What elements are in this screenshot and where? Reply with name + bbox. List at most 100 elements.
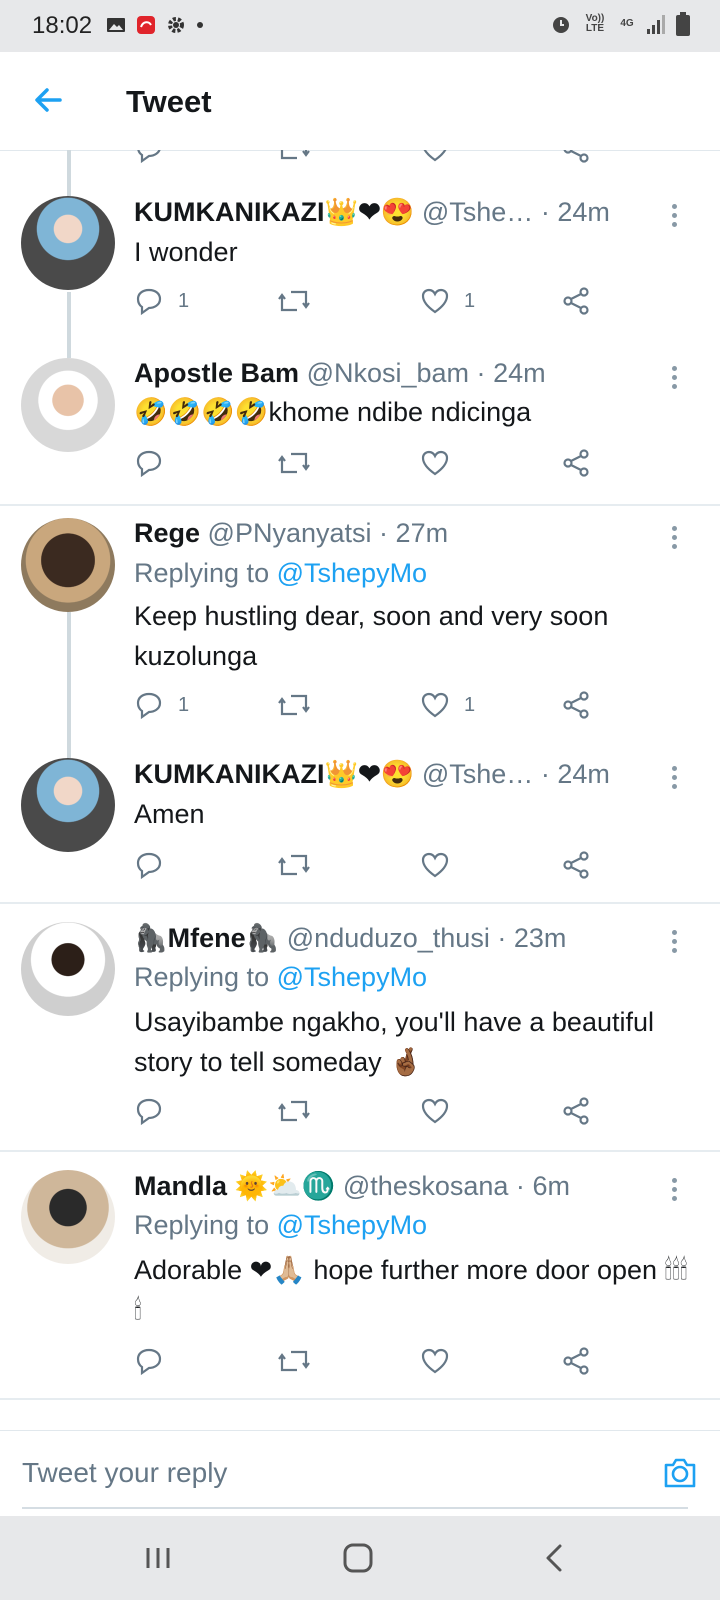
like-icon[interactable] [420, 150, 450, 164]
reply-button[interactable] [134, 1346, 178, 1376]
network-type: 4G [620, 18, 634, 29]
replying-to-handle[interactable]: @TshepyMo [277, 962, 427, 992]
like-icon [421, 852, 449, 878]
author-name[interactable]: Mandla 🌞⛅♏ [134, 1171, 335, 1201]
author-handle[interactable]: @Tshe… [422, 759, 533, 789]
recent-apps-icon[interactable] [134, 1534, 182, 1582]
avatar[interactable] [21, 358, 115, 452]
system-nav-bar [0, 1516, 720, 1600]
reply-button[interactable]: 1 [134, 286, 189, 316]
more-options-icon[interactable] [670, 200, 678, 231]
reply-icon [136, 450, 162, 478]
share-button[interactable] [562, 1346, 592, 1376]
previous-tweet-actions [134, 150, 614, 168]
avatar[interactable] [21, 922, 115, 1016]
like-button[interactable] [420, 1346, 464, 1376]
retweet-button[interactable] [277, 850, 325, 880]
avatar[interactable] [21, 196, 115, 290]
share-button[interactable] [562, 690, 592, 720]
share-icon [563, 691, 589, 719]
author-handle[interactable]: @nduduzo_thusi [287, 923, 490, 953]
more-options-icon[interactable] [670, 926, 678, 957]
more-options-icon[interactable] [670, 1174, 678, 1205]
tweet-divider [0, 1150, 720, 1152]
tweet-text: Keep hustling dear, soon and very soon k… [134, 601, 609, 671]
page-title: Tweet [126, 84, 212, 119]
camera-icon[interactable] [660, 1453, 700, 1493]
author-name[interactable]: Apostle Bam [134, 358, 299, 388]
share-icon [563, 1347, 589, 1375]
tweet-text: Adorable ❤🙏🏼 hope further more door open… [134, 1255, 688, 1325]
reply-button[interactable]: 1 [134, 690, 189, 720]
composer-underline [22, 1507, 688, 1509]
like-button[interactable] [420, 448, 464, 478]
reply-input[interactable]: Tweet your reply [22, 1457, 227, 1489]
share-button[interactable] [562, 448, 592, 478]
retweet-icon[interactable] [277, 150, 311, 164]
share-button[interactable] [562, 1096, 592, 1126]
back-nav-icon[interactable] [532, 1534, 580, 1582]
tweet-text: Amen [134, 799, 205, 829]
app-notification-icon [137, 16, 155, 34]
back-arrow-icon[interactable] [30, 82, 66, 118]
more-options-icon[interactable] [670, 362, 678, 393]
retweet-button[interactable] [277, 1096, 325, 1126]
like-icon [421, 288, 449, 314]
like-button[interactable] [420, 1096, 464, 1126]
tweet-time: 24m [493, 358, 546, 388]
tweet-header: Mandla 🌞⛅♏ @theskosana · 6m [134, 1171, 570, 1201]
author-name[interactable]: Rege [134, 518, 200, 548]
share-icon [563, 449, 589, 477]
avatar[interactable] [21, 1170, 115, 1264]
more-options-icon[interactable] [670, 522, 678, 553]
share-button[interactable] [562, 286, 592, 316]
like-button[interactable] [420, 850, 464, 880]
retweet-icon [278, 694, 310, 716]
tweet-time: 6m [532, 1171, 570, 1201]
tweet-feed[interactable]: KUMKANIKAZI👑❤😍 @Tshe… · 24m I wonder 1 1 [0, 150, 720, 1430]
replying-to-handle[interactable]: @TshepyMo [277, 558, 427, 588]
author-handle[interactable]: @Nkosi_bam [307, 358, 469, 388]
replying-to: Replying to @TshepyMo [134, 1210, 428, 1240]
author-name[interactable]: KUMKANIKAZI👑❤😍 [134, 759, 414, 789]
author-name[interactable]: 🦍Mfene🦍 [134, 923, 279, 953]
share-icon[interactable] [562, 150, 592, 164]
share-icon [563, 851, 589, 879]
tweet-time: 24m [557, 197, 610, 227]
tweet-header: 🦍Mfene🦍 @nduduzo_thusi · 23m [134, 923, 567, 953]
gallery-notification-icon [107, 18, 125, 32]
retweet-icon [278, 290, 310, 312]
tweet-time: 24m [557, 759, 610, 789]
reply-icon [136, 1348, 162, 1376]
reply-button[interactable] [134, 448, 178, 478]
author-handle[interactable]: @theskosana [343, 1171, 509, 1201]
replying-to-handle[interactable]: @TshepyMo [277, 1210, 427, 1240]
reply-button[interactable] [134, 1096, 178, 1126]
reply-count: 1 [178, 693, 190, 716]
avatar[interactable] [21, 758, 115, 852]
battery-icon [676, 12, 690, 36]
author-handle[interactable]: @PNyanyatsi [208, 518, 372, 548]
tweet-text: I wonder [134, 237, 238, 267]
reply-button[interactable] [134, 850, 178, 880]
tweet-header: KUMKANIKAZI👑❤😍 @Tshe… · 24m [134, 197, 610, 227]
like-icon [421, 1348, 449, 1374]
like-button[interactable]: 1 [420, 286, 475, 316]
home-icon[interactable] [334, 1534, 382, 1582]
thread-line [67, 150, 71, 196]
share-button[interactable] [562, 850, 592, 880]
retweet-button[interactable] [277, 690, 325, 720]
retweet-icon [278, 452, 310, 474]
like-button[interactable]: 1 [420, 690, 475, 720]
author-name[interactable]: KUMKANIKAZI👑❤😍 [134, 197, 414, 227]
like-icon [421, 450, 449, 476]
retweet-button[interactable] [277, 448, 325, 478]
reply-count: 1 [178, 289, 190, 312]
avatar[interactable] [21, 518, 115, 612]
retweet-button[interactable] [277, 1346, 325, 1376]
reply-icon[interactable] [134, 150, 164, 164]
retweet-button[interactable] [277, 286, 325, 316]
more-options-icon[interactable] [670, 762, 678, 793]
tweet-divider [0, 902, 720, 904]
author-handle[interactable]: @Tshe… [422, 197, 533, 227]
